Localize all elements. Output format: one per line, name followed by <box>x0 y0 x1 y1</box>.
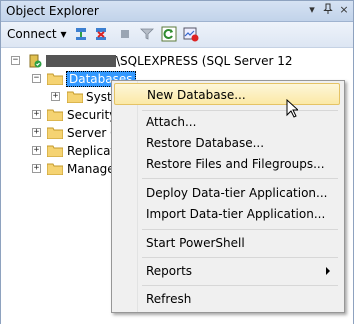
menu-item-label: New Database... <box>147 88 246 102</box>
menu-item-restore-database[interactable]: Restore Database... <box>114 132 340 154</box>
tree-label: Replicat <box>67 144 116 158</box>
menu-item-restore-files[interactable]: Restore Files and Filegroups... <box>114 153 340 175</box>
connect-icon[interactable] <box>73 26 89 42</box>
stop-icon[interactable] <box>117 26 133 42</box>
menu-separator <box>142 257 338 258</box>
menu-item-new-database[interactable]: New Database... <box>114 83 340 105</box>
menu-separator <box>142 229 338 230</box>
expand-icon[interactable]: + <box>32 164 41 173</box>
connect-label: Connect <box>7 27 57 41</box>
folder-icon <box>66 90 84 104</box>
folder-icon <box>46 162 64 176</box>
panel-title: Object Explorer <box>6 4 99 18</box>
menu-item-import-data-tier[interactable]: Import Data-tier Application... <box>114 203 340 225</box>
title-bar: Object Explorer ▾ × <box>1 1 353 22</box>
collapse-icon[interactable]: − <box>11 56 20 65</box>
connect-button[interactable]: Connect ▾ <box>7 27 66 41</box>
tree-node-server[interactable]: − \SQLEXPRESS (SQL Server 12 <box>1 52 353 70</box>
menu-item-start-powershell[interactable]: Start PowerShell <box>114 232 340 254</box>
folder-icon <box>46 72 64 86</box>
mouse-cursor-icon <box>286 98 300 121</box>
submenu-arrow-icon <box>326 267 330 275</box>
menu-item-label: Restore Files and Filegroups... <box>146 157 325 171</box>
folder-icon <box>46 144 64 158</box>
context-menu: New Database... Attach... Restore Databa… <box>111 80 345 313</box>
expand-icon[interactable]: + <box>32 110 41 119</box>
collapse-icon[interactable]: − <box>32 74 41 83</box>
menu-item-deploy-data-tier[interactable]: Deploy Data-tier Application... <box>114 182 340 204</box>
folder-icon <box>46 108 64 122</box>
menu-item-label: Restore Database... <box>146 136 265 150</box>
menu-item-reports[interactable]: Reports <box>114 260 340 282</box>
pin-icon[interactable] <box>321 3 335 17</box>
menu-item-label: Import Data-tier Application... <box>146 207 326 221</box>
menu-item-label: Reports <box>146 264 193 278</box>
close-icon[interactable]: × <box>337 3 351 17</box>
menu-item-label: Start PowerShell <box>146 236 245 250</box>
disconnect-icon[interactable] <box>93 26 109 42</box>
menu-separator <box>142 285 338 286</box>
chevron-down-icon: ▾ <box>60 27 67 41</box>
expand-icon[interactable]: + <box>51 92 60 101</box>
server-name-redacted <box>46 55 116 67</box>
menu-separator <box>142 178 338 179</box>
expand-icon[interactable]: + <box>32 146 41 155</box>
server-name-suffix: \SQLEXPRESS (SQL Server 12 <box>116 54 293 68</box>
menu-item-label: Attach... <box>146 115 197 129</box>
tree-label: Security <box>67 108 117 122</box>
folder-icon <box>46 126 64 140</box>
dropdown-arrow-icon[interactable]: ▾ <box>303 3 321 17</box>
menu-item-label: Deploy Data-tier Application... <box>146 186 328 200</box>
toolbar: Connect ▾ <box>1 22 353 48</box>
tree-label: Manage <box>67 162 115 176</box>
refresh-icon[interactable] <box>161 26 177 42</box>
expand-icon[interactable]: + <box>32 128 41 137</box>
menu-item-label: Refresh <box>146 292 192 306</box>
menu-item-refresh[interactable]: Refresh <box>114 288 340 310</box>
activity-monitor-icon[interactable] <box>183 26 199 42</box>
menu-item-attach[interactable]: Attach... <box>114 111 340 133</box>
filter-icon[interactable] <box>139 26 155 42</box>
